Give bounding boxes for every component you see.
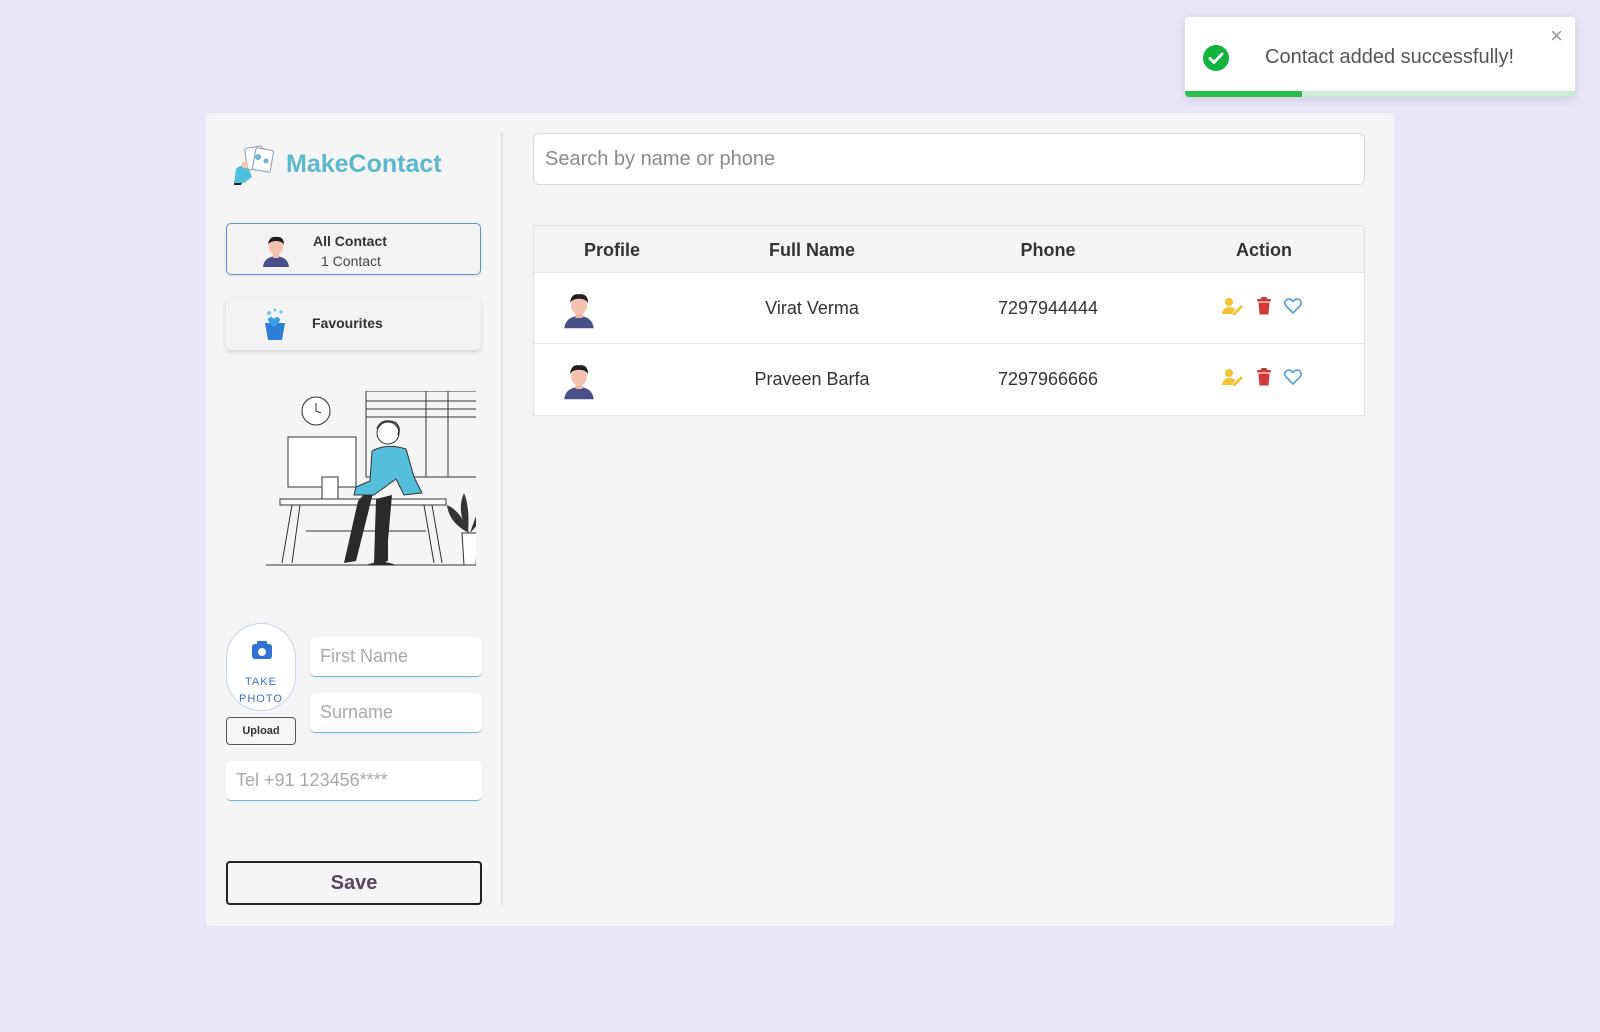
- nav-all-contact-title: All Contact: [313, 233, 387, 249]
- nav-favourites-title: Favourites: [312, 315, 383, 331]
- office-worker-illustration: [266, 391, 476, 566]
- nav-all-contact[interactable]: All Contact 1 Contact: [226, 223, 481, 275]
- take-photo-button[interactable]: TAKE PHOTO: [226, 623, 296, 711]
- nav-favourites[interactable]: Favourites: [226, 298, 481, 350]
- header-full-name: Full Name: [768, 240, 856, 260]
- avatar: [564, 294, 594, 329]
- app-logo[interactable]: MakeContact: [232, 143, 442, 185]
- heart-icon[interactable]: [1284, 298, 1302, 314]
- contact-name: Praveen Barfa: [754, 369, 870, 389]
- edit-user-icon[interactable]: [1222, 368, 1244, 386]
- user-avatar-icon: [263, 236, 289, 267]
- contact-phone: 7297966666: [997, 369, 1099, 389]
- contacts-table: Profile Full Name Phone Action Virat Ver…: [533, 225, 1365, 416]
- toast-notification: Contact added successfully! ×: [1185, 17, 1575, 97]
- avatar: [564, 365, 594, 400]
- row-actions: [1222, 368, 1302, 386]
- save-button[interactable]: Save: [226, 861, 482, 905]
- toast-progress-track: [1185, 91, 1575, 97]
- table-row[interactable]: Virat Verma 7297944444: [534, 273, 1364, 344]
- camera-icon: [252, 641, 272, 659]
- table-header: Profile Full Name Phone Action: [534, 226, 1364, 273]
- app-logo-icon: [234, 145, 274, 185]
- nav-all-contact-count: 1 Contact: [321, 253, 381, 269]
- sidebar: MakeContact All Contact 1 Contact Favour…: [206, 113, 502, 926]
- contact-name: Virat Verma: [765, 298, 859, 318]
- first-name-field[interactable]: [310, 637, 482, 677]
- trash-icon[interactable]: [1256, 297, 1272, 315]
- trash-icon[interactable]: [1256, 368, 1272, 386]
- contact-phone: 7297944444: [997, 298, 1099, 318]
- header-phone: Phone: [1020, 240, 1076, 260]
- sidebar-divider: [501, 133, 503, 905]
- main-card: MakeContact All Contact 1 Contact Favour…: [206, 113, 1394, 926]
- header-profile: Profile: [583, 240, 640, 260]
- search-input[interactable]: [533, 133, 1365, 185]
- header-action: Action: [1236, 240, 1292, 260]
- row-actions: [1222, 297, 1302, 315]
- edit-user-icon[interactable]: [1222, 297, 1244, 315]
- heart-icon[interactable]: [1284, 369, 1302, 385]
- favourites-basket-icon: [265, 308, 285, 340]
- tel-field[interactable]: [226, 761, 482, 801]
- toast-progress-fill: [1185, 91, 1302, 97]
- surname-field[interactable]: [310, 693, 482, 733]
- table-row[interactable]: Praveen Barfa 7297966666: [534, 344, 1364, 415]
- check-circle-icon: [1203, 45, 1229, 71]
- upload-button[interactable]: Upload: [226, 717, 296, 745]
- take-photo-label: TAKE PHOTO: [239, 676, 283, 705]
- toast-message: Contact added successfully!: [1265, 46, 1515, 68]
- close-icon[interactable]: ×: [1550, 25, 1563, 47]
- app-name: MakeContact: [286, 149, 442, 178]
